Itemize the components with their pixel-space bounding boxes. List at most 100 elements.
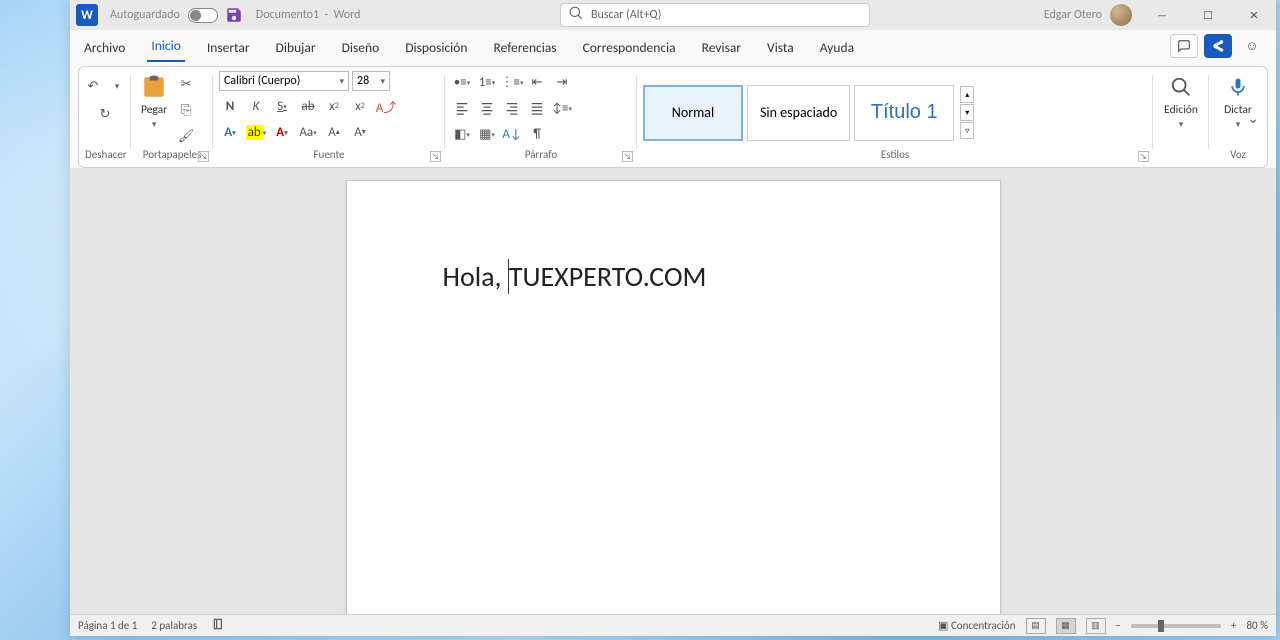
highlight-button[interactable]: ab▾: [245, 121, 267, 143]
document-title: Documento1 - Word: [256, 8, 361, 22]
editing-button[interactable]: Edición ▾: [1159, 71, 1203, 132]
ribbon-tabs: Archivo Inicio Insertar Dibujar Diseño D…: [70, 30, 1276, 62]
format-painter-button[interactable]: 🖌: [175, 125, 197, 147]
comments-button[interactable]: [1170, 34, 1198, 58]
ribbon: ↶ ▾ ↻ Deshacer Pegar ▾ ✂ ⎘: [78, 66, 1268, 168]
collapse-ribbon-button[interactable]: ⌄: [1247, 110, 1259, 127]
search-placeholder: Buscar (Alt+Q): [591, 8, 661, 22]
character-shading-button[interactable]: Aa▾: [297, 121, 319, 143]
styles-up-button[interactable]: ▴: [960, 86, 974, 103]
styles-more-button[interactable]: ▿: [960, 122, 974, 139]
line-spacing-button[interactable]: ↕≡▾: [551, 97, 573, 119]
text-effects-button[interactable]: A▾: [219, 121, 241, 143]
align-left-button[interactable]: [451, 97, 473, 119]
tab-correspondencia[interactable]: Correspondencia: [579, 33, 680, 62]
copy-button[interactable]: ⎘: [175, 99, 197, 121]
print-layout-button[interactable]: ▦: [1056, 618, 1076, 634]
spell-check-icon[interactable]: [211, 617, 227, 634]
group-styles-label: Estilos: [643, 148, 1147, 161]
align-center-button[interactable]: [476, 97, 498, 119]
font-color-button[interactable]: A▾: [271, 121, 293, 143]
underline-button[interactable]: S▾: [271, 95, 293, 117]
focus-mode-button[interactable]: ▣ Concentración: [938, 619, 1015, 632]
close-button[interactable]: ✕: [1234, 1, 1274, 29]
italic-button[interactable]: K: [245, 95, 267, 117]
clipboard-launcher[interactable]: ↘: [198, 151, 209, 162]
cut-button[interactable]: ✂: [175, 73, 197, 95]
tab-referencias[interactable]: Referencias: [490, 33, 561, 62]
redo-button[interactable]: ↻: [94, 103, 116, 125]
style-heading1[interactable]: Título 1: [854, 85, 954, 141]
zoom-in-button[interactable]: +: [1231, 619, 1236, 632]
undo-button[interactable]: ↶: [82, 75, 104, 97]
tab-insertar[interactable]: Insertar: [203, 33, 254, 62]
shading-button[interactable]: ◧▾: [451, 123, 473, 145]
decrease-indent-button[interactable]: ⇤: [526, 71, 548, 93]
styles-scroll: ▴ ▾ ▿: [960, 86, 974, 139]
group-styles: Normal Sin espaciado Título 1 ▴ ▾ ▿ Esti…: [637, 69, 1153, 165]
tab-ayuda[interactable]: Ayuda: [816, 33, 858, 62]
justify-button[interactable]: [526, 97, 548, 119]
chevron-down-icon: ▾: [152, 119, 157, 130]
tab-inicio[interactable]: Inicio: [147, 31, 185, 62]
grow-font-button[interactable]: A▴: [323, 121, 345, 143]
tab-disposicion[interactable]: Disposición: [401, 33, 471, 62]
tab-dibujar[interactable]: Dibujar: [272, 33, 320, 62]
search-icon: [569, 6, 583, 24]
font-launcher[interactable]: ↘: [430, 151, 441, 162]
strikethrough-button[interactable]: ab: [297, 95, 319, 117]
group-clipboard-label: Portapapeles: [137, 148, 207, 161]
search-box[interactable]: Buscar (Alt+Q): [560, 3, 870, 27]
chevron-down-icon: ▾: [1236, 119, 1241, 130]
word-app-icon: W: [76, 4, 98, 26]
style-no-spacing[interactable]: Sin espaciado: [747, 85, 850, 141]
zoom-level[interactable]: 80 %: [1246, 619, 1268, 632]
web-layout-button[interactable]: ▥: [1086, 618, 1106, 634]
tab-diseno[interactable]: Diseño: [338, 33, 384, 62]
word-count[interactable]: 2 palabras: [151, 619, 197, 632]
document-area: Hola, TUEXPERTO.COM: [70, 168, 1276, 614]
show-marks-button[interactable]: ¶: [526, 123, 548, 145]
group-undo: ↶ ▾ ↻ Deshacer: [79, 69, 131, 165]
zoom-out-button[interactable]: −: [1116, 619, 1121, 632]
page-indicator[interactable]: Página 1 de 1: [78, 619, 137, 632]
undo-dropdown[interactable]: ▾: [106, 75, 128, 97]
read-mode-button[interactable]: ▤: [1026, 618, 1046, 634]
bullets-button[interactable]: •≡▾: [451, 71, 473, 93]
autosave-toggle[interactable]: Autoguardado: [110, 8, 218, 23]
change-case-button[interactable]: A⤴: [375, 95, 397, 117]
superscript-button[interactable]: x2: [349, 95, 371, 117]
paste-icon: [141, 73, 167, 101]
styles-down-button[interactable]: ▾: [960, 104, 974, 121]
increase-indent-button[interactable]: ⇥: [551, 71, 573, 93]
user-account[interactable]: Edgar Otero: [1044, 4, 1136, 26]
share-button[interactable]: [1204, 34, 1232, 58]
multilevel-button[interactable]: ⋮≡▾: [501, 71, 523, 93]
numbering-button[interactable]: 1≡▾: [476, 71, 498, 93]
subscript-button[interactable]: x2: [323, 95, 345, 117]
toggle-off-icon[interactable]: [188, 8, 218, 23]
font-size-select[interactable]: 28▾: [352, 71, 390, 91]
feedback-button[interactable]: ☺: [1238, 34, 1266, 58]
tab-revisar[interactable]: Revisar: [698, 33, 745, 62]
page[interactable]: Hola, TUEXPERTO.COM: [346, 180, 1001, 614]
save-button[interactable]: [224, 5, 244, 25]
style-normal[interactable]: Normal: [643, 85, 743, 141]
group-clipboard: Pegar ▾ ✂ ⎘ 🖌 Portapapeles ↘: [131, 69, 213, 165]
styles-launcher[interactable]: ↘: [1138, 151, 1149, 162]
zoom-slider[interactable]: [1131, 624, 1221, 628]
sort-button[interactable]: A↓: [501, 123, 523, 145]
maximize-button[interactable]: ☐: [1188, 1, 1228, 29]
align-right-button[interactable]: [501, 97, 523, 119]
document-text[interactable]: Hola, TUEXPERTO.COM: [443, 259, 904, 294]
paragraph-launcher[interactable]: ↘: [622, 151, 633, 162]
borders-button[interactable]: ▦▾: [476, 123, 498, 145]
shrink-font-button[interactable]: A▾: [349, 121, 371, 143]
font-name-select[interactable]: Calibri (Cuerpo)▾: [219, 71, 349, 91]
tab-archivo[interactable]: Archivo: [80, 33, 129, 62]
tab-vista[interactable]: Vista: [763, 33, 798, 62]
bold-button[interactable]: N: [219, 95, 241, 117]
minimize-button[interactable]: —: [1142, 1, 1182, 29]
paste-button[interactable]: Pegar ▾: [137, 71, 171, 132]
group-font-label: Fuente: [219, 148, 439, 161]
